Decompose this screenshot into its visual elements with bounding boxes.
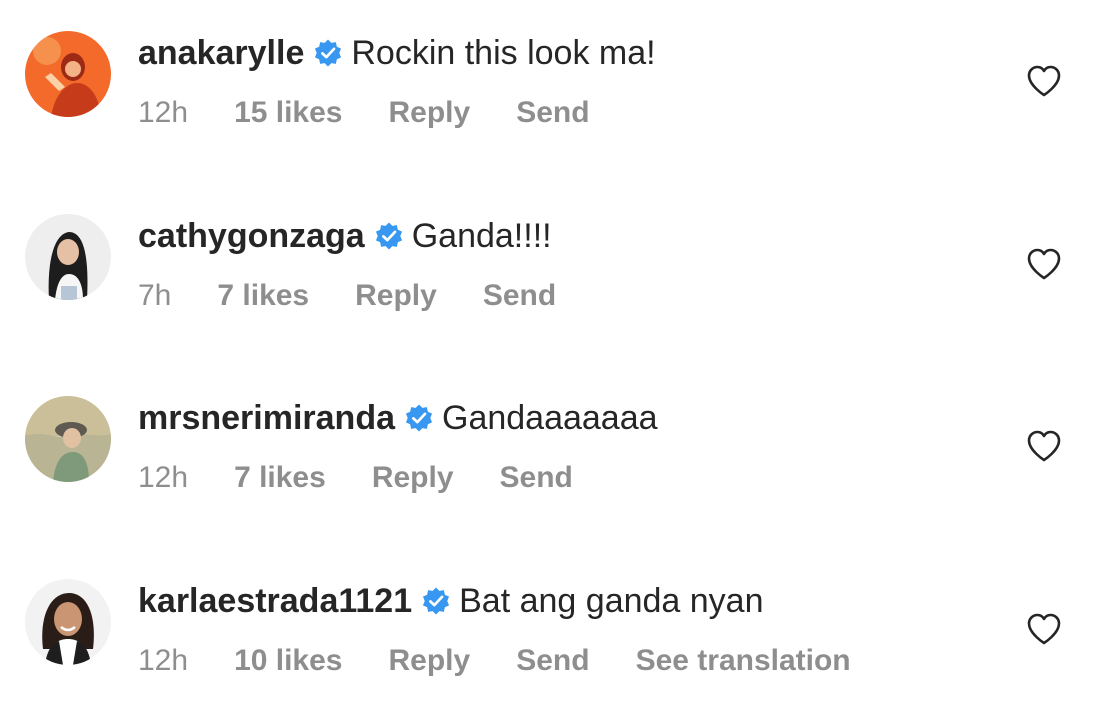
comment-header: mrsnerimiranda Gandaaaaaaa [138,393,658,443]
timestamp: 12h [138,461,189,494]
comment-text: Bat ang ganda nyan [459,581,764,620]
comment-item: mrsnerimiranda Gandaaaaaaa 12h 7 likes R… [0,393,1120,543]
timestamp: 12h [138,644,189,677]
comment-meta: 7h 7 likes Reply Send [138,274,602,318]
comment-meta: 12h 15 likes Reply Send [138,91,636,135]
avatar-image [25,396,111,482]
likes-count[interactable]: 7 likes [234,461,326,495]
username[interactable]: cathygonzaga [138,217,365,256]
avatar-image [25,31,111,117]
heart-outline-icon[interactable] [1026,429,1062,463]
avatar[interactable] [25,396,111,482]
verified-badge-icon [421,586,451,616]
send-button[interactable]: Send [516,96,589,130]
see-translation-button[interactable]: See translation [636,644,851,678]
comment-meta: 12h 10 likes Reply Send See translation [138,639,897,683]
avatar-image [25,214,111,300]
heart-outline-icon[interactable] [1026,247,1062,281]
verified-badge-icon [313,38,343,68]
comment-header: cathygonzaga Ganda!!!! [138,211,552,261]
reply-button[interactable]: Reply [372,461,454,495]
likes-count[interactable]: 7 likes [217,279,309,313]
comment-header: anakarylle Rockin this look ma! [138,28,656,78]
username[interactable]: anakarylle [138,34,304,73]
timestamp: 7h [138,279,172,312]
comment-text: Rockin this look ma! [351,33,656,72]
username[interactable]: mrsnerimiranda [138,399,395,438]
avatar[interactable] [25,214,111,300]
comment-header: karlaestrada1121 Bat ang ganda nyan [138,576,764,626]
comment-text: Gandaaaaaaa [442,398,658,437]
comment-item: anakarylle Rockin this look ma! 12h 15 l… [0,28,1120,178]
heart-outline-icon[interactable] [1026,612,1062,646]
avatar[interactable] [25,31,111,117]
comment-list: anakarylle Rockin this look ma! 12h 15 l… [0,0,1120,728]
send-button[interactable]: Send [516,644,589,678]
reply-button[interactable]: Reply [355,279,437,313]
reply-button[interactable]: Reply [389,96,471,130]
verified-badge-icon [374,221,404,251]
reply-button[interactable]: Reply [389,644,471,678]
avatar-image [25,579,111,665]
comment-meta: 12h 7 likes Reply Send [138,456,619,500]
avatar[interactable] [25,579,111,665]
username[interactable]: karlaestrada1121 [138,582,412,621]
send-button[interactable]: Send [500,461,573,495]
likes-count[interactable]: 15 likes [234,96,342,130]
send-button[interactable]: Send [483,279,556,313]
timestamp: 12h [138,96,189,129]
comment-item: cathygonzaga Ganda!!!! 7h 7 likes Reply … [0,211,1120,361]
comment-item: karlaestrada1121 Bat ang ganda nyan 12h … [0,576,1120,726]
comment-text: Ganda!!!! [411,216,552,255]
verified-badge-icon [404,403,434,433]
likes-count[interactable]: 10 likes [234,644,342,678]
heart-outline-icon[interactable] [1026,64,1062,98]
